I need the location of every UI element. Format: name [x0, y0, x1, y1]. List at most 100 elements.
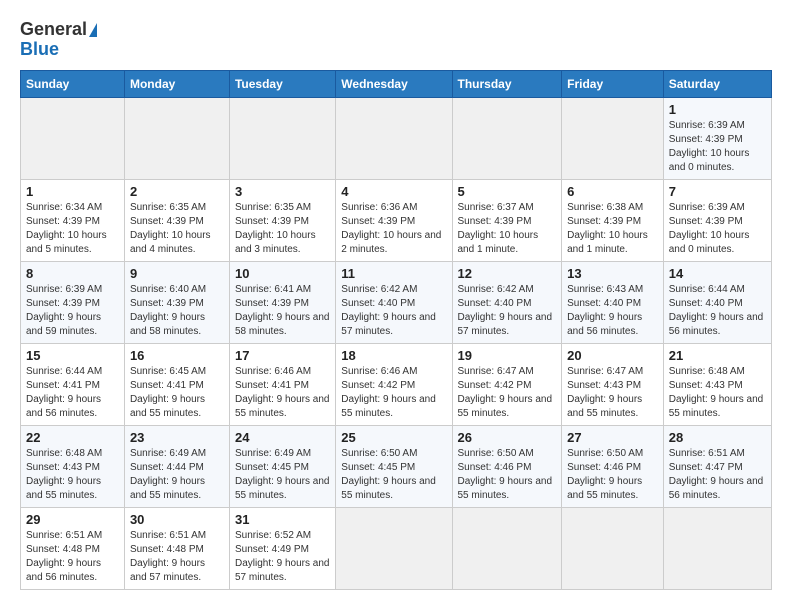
- calendar-cell: [452, 507, 562, 589]
- calendar-cell: 8Sunrise: 6:39 AMSunset: 4:39 PMDaylight…: [21, 261, 125, 343]
- day-detail: Sunrise: 6:37 AMSunset: 4:39 PMDaylight:…: [458, 202, 539, 255]
- logo-triangle-icon: [89, 23, 97, 37]
- day-number: 6: [567, 184, 658, 199]
- calendar-cell: [229, 97, 335, 179]
- day-number: 1: [669, 102, 766, 117]
- calendar-cell: 23 Sunrise: 6:49 AMSunset: 4:44 PMDayligh…: [124, 425, 229, 507]
- header-friday: Friday: [562, 70, 664, 97]
- week-row-5: 29 Sunrise: 6:51 AMSunset: 4:48 PMDayligh…: [21, 507, 772, 589]
- header-sunday: Sunday: [21, 70, 125, 97]
- day-number: 5: [458, 184, 557, 199]
- calendar-cell: 1 Sunrise: 6:39 AMSunset: 4:39 PMDaylight…: [663, 97, 771, 179]
- day-detail: Sunrise: 6:35 AMSunset: 4:39 PMDaylight:…: [235, 202, 316, 255]
- day-detail: Sunrise: 6:47 AMSunset: 4:42 PMDaylight:…: [458, 366, 553, 419]
- day-number: 10: [235, 266, 330, 281]
- day-number: 29: [26, 512, 119, 527]
- day-detail: Sunrise: 6:39 AMSunset: 4:39 PMDaylight:…: [669, 120, 750, 173]
- calendar-cell: [562, 97, 664, 179]
- calendar-cell: [336, 97, 452, 179]
- day-number: 3: [235, 184, 330, 199]
- calendar-cell: 15 Sunrise: 6:44 AMSunset: 4:41 PMDayligh…: [21, 343, 125, 425]
- calendar-body: 1 Sunrise: 6:39 AMSunset: 4:39 PMDaylight…: [21, 97, 772, 589]
- calendar-cell: 14 Sunrise: 6:44 AMSunset: 4:40 PMDayligh…: [663, 261, 771, 343]
- calendar-cell: 16 Sunrise: 6:45 AMSunset: 4:41 PMDayligh…: [124, 343, 229, 425]
- day-detail: Sunrise: 6:38 AMSunset: 4:39 PMDaylight:…: [567, 202, 648, 255]
- calendar-cell: 28Sunrise: 6:51 AMSunset: 4:47 PMDayligh…: [663, 425, 771, 507]
- day-detail: Sunrise: 6:50 AMSunset: 4:46 PMDaylight:…: [567, 448, 643, 501]
- day-number: 4: [341, 184, 446, 199]
- logo: General Blue: [20, 20, 97, 60]
- day-detail: Sunrise: 6:44 AMSunset: 4:40 PMDaylight:…: [669, 284, 764, 337]
- day-detail: Sunrise: 6:42 AMSunset: 4:40 PMDaylight:…: [458, 284, 553, 337]
- logo-general-text: General: [20, 19, 87, 39]
- day-detail: Sunrise: 6:39 AMSunset: 4:39 PMDaylight:…: [669, 202, 750, 255]
- day-number: 20: [567, 348, 658, 363]
- day-number: 26: [458, 430, 557, 445]
- calendar-cell: 30 Sunrise: 6:51 AMSunset: 4:48 PMDayligh…: [124, 507, 229, 589]
- day-number: 7: [669, 184, 766, 199]
- day-detail: Sunrise: 6:48 AMSunset: 4:43 PMDaylight:…: [26, 448, 102, 501]
- calendar-cell: 31Sunrise: 6:52 AMSunset: 4:49 PMDayligh…: [229, 507, 335, 589]
- day-detail: Sunrise: 6:50 AMSunset: 4:45 PMDaylight:…: [341, 448, 436, 501]
- calendar-cell: 17Sunrise: 6:46 AMSunset: 4:41 PMDayligh…: [229, 343, 335, 425]
- calendar-cell: 9Sunrise: 6:40 AMSunset: 4:39 PMDaylight…: [124, 261, 229, 343]
- calendar-cell: 27 Sunrise: 6:50 AMSunset: 4:46 PMDayligh…: [562, 425, 664, 507]
- header-monday: Monday: [124, 70, 229, 97]
- calendar-cell: 21 Sunrise: 6:48 AMSunset: 4:43 PMDayligh…: [663, 343, 771, 425]
- calendar-cell: 12Sunrise: 6:42 AMSunset: 4:40 PMDayligh…: [452, 261, 562, 343]
- calendar-cell: [21, 97, 125, 179]
- day-number: 21: [669, 348, 766, 363]
- day-number: 15: [26, 348, 119, 363]
- calendar-cell: 2Sunrise: 6:35 AMSunset: 4:39 PMDaylight…: [124, 179, 229, 261]
- week-row-2: 8Sunrise: 6:39 AMSunset: 4:39 PMDaylight…: [21, 261, 772, 343]
- calendar-cell: 24Sunrise: 6:49 AMSunset: 4:45 PMDayligh…: [229, 425, 335, 507]
- day-number: 30: [130, 512, 224, 527]
- header-thursday: Thursday: [452, 70, 562, 97]
- week-row-1: 1Sunrise: 6:34 AMSunset: 4:39 PMDaylight…: [21, 179, 772, 261]
- day-detail: Sunrise: 6:50 AMSunset: 4:46 PMDaylight:…: [458, 448, 553, 501]
- day-detail: Sunrise: 6:39 AMSunset: 4:39 PMDaylight:…: [26, 284, 102, 337]
- day-detail: Sunrise: 6:43 AMSunset: 4:40 PMDaylight:…: [567, 284, 643, 337]
- calendar-cell: 6 Sunrise: 6:38 AMSunset: 4:39 PMDaylight…: [562, 179, 664, 261]
- calendar-cell: 10 Sunrise: 6:41 AMSunset: 4:39 PMDayligh…: [229, 261, 335, 343]
- calendar-cell: 1Sunrise: 6:34 AMSunset: 4:39 PMDaylight…: [21, 179, 125, 261]
- calendar-cell: 26 Sunrise: 6:50 AMSunset: 4:46 PMDayligh…: [452, 425, 562, 507]
- calendar-cell: [663, 507, 771, 589]
- day-detail: Sunrise: 6:51 AMSunset: 4:48 PMDaylight:…: [130, 530, 206, 583]
- day-number: 16: [130, 348, 224, 363]
- week-row-3: 15 Sunrise: 6:44 AMSunset: 4:41 PMDayligh…: [21, 343, 772, 425]
- day-number: 19: [458, 348, 557, 363]
- day-detail: Sunrise: 6:51 AMSunset: 4:47 PMDaylight:…: [669, 448, 764, 501]
- header-tuesday: Tuesday: [229, 70, 335, 97]
- day-detail: Sunrise: 6:51 AMSunset: 4:48 PMDaylight:…: [26, 530, 102, 583]
- calendar-header: SundayMondayTuesdayWednesdayThursdayFrid…: [21, 70, 772, 97]
- day-number: 25: [341, 430, 446, 445]
- day-detail: Sunrise: 6:44 AMSunset: 4:41 PMDaylight:…: [26, 366, 102, 419]
- day-detail: Sunrise: 6:41 AMSunset: 4:39 PMDaylight:…: [235, 284, 330, 337]
- header-row: SundayMondayTuesdayWednesdayThursdayFrid…: [21, 70, 772, 97]
- day-number: 2: [130, 184, 224, 199]
- day-number: 14: [669, 266, 766, 281]
- day-detail: Sunrise: 6:42 AMSunset: 4:40 PMDaylight:…: [341, 284, 436, 337]
- header-wednesday: Wednesday: [336, 70, 452, 97]
- day-number: 13: [567, 266, 658, 281]
- header-saturday: Saturday: [663, 70, 771, 97]
- page-header: General Blue: [20, 20, 772, 60]
- day-number: 27: [567, 430, 658, 445]
- day-number: 11: [341, 266, 446, 281]
- calendar-cell: 11 Sunrise: 6:42 AMSunset: 4:40 PMDayligh…: [336, 261, 452, 343]
- calendar-cell: [562, 507, 664, 589]
- calendar-cell: 22Sunrise: 6:48 AMSunset: 4:43 PMDayligh…: [21, 425, 125, 507]
- logo-blue-text: Blue: [20, 40, 97, 60]
- day-number: 1: [26, 184, 119, 199]
- calendar-table: SundayMondayTuesdayWednesdayThursdayFrid…: [20, 70, 772, 590]
- day-detail: Sunrise: 6:45 AMSunset: 4:41 PMDaylight:…: [130, 366, 206, 419]
- day-detail: Sunrise: 6:48 AMSunset: 4:43 PMDaylight:…: [669, 366, 764, 419]
- day-detail: Sunrise: 6:52 AMSunset: 4:49 PMDaylight:…: [235, 530, 330, 583]
- calendar-cell: 29 Sunrise: 6:51 AMSunset: 4:48 PMDayligh…: [21, 507, 125, 589]
- day-number: 23: [130, 430, 224, 445]
- day-detail: Sunrise: 6:49 AMSunset: 4:44 PMDaylight:…: [130, 448, 206, 501]
- day-detail: Sunrise: 6:36 AMSunset: 4:39 PMDaylight:…: [341, 202, 441, 255]
- day-number: 24: [235, 430, 330, 445]
- calendar-cell: 5 Sunrise: 6:37 AMSunset: 4:39 PMDaylight…: [452, 179, 562, 261]
